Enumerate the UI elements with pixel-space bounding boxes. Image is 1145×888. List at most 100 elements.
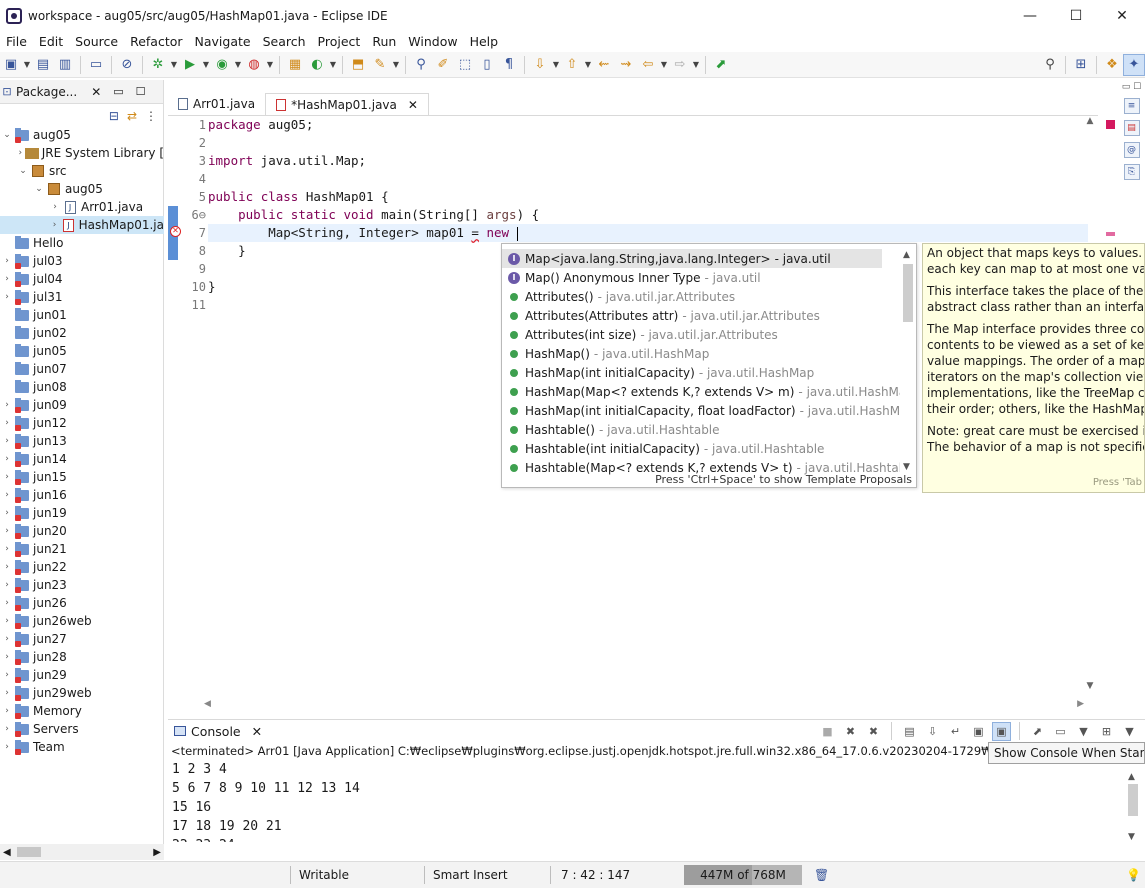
tree-item[interactable]: › jun13 — [0, 432, 164, 450]
menu-edit[interactable]: Edit — [33, 34, 69, 49]
status-cursor-position[interactable]: 7 : 42 : 147 — [561, 865, 630, 885]
search-icon[interactable]: ⚲ — [1039, 54, 1061, 76]
next-annotation-down-icon[interactable]: ⇩ — [529, 54, 551, 76]
chevron-down-icon[interactable]: ⌄ — [34, 184, 44, 194]
chevron-right-icon[interactable]: › — [2, 400, 12, 410]
scroll-up-icon[interactable]: ▲ — [903, 250, 910, 260]
tree-item[interactable]: › jun09 — [0, 396, 164, 414]
toggle-breadcrumb-icon[interactable]: ⬚ — [454, 54, 476, 76]
chevron-right-icon[interactable]: › — [50, 202, 60, 212]
tree-item[interactable]: › jun29 — [0, 666, 164, 684]
proposal-item[interactable]: Hashtable() - java.util.Hashtable — [502, 420, 900, 439]
chevron-down-icon[interactable]: ▼ — [328, 54, 338, 76]
close-icon[interactable]: ✕ — [91, 85, 101, 99]
scroll-left-icon[interactable]: ◀ — [3, 847, 11, 858]
chevron-down-icon[interactable]: ▼ — [201, 54, 211, 76]
chevron-right-icon[interactable]: › — [2, 274, 12, 284]
chevron-right-icon[interactable]: › — [2, 616, 12, 626]
new-icon[interactable]: ▣ — [0, 54, 22, 76]
menu-search[interactable]: Search — [257, 34, 312, 49]
scroll-up-icon[interactable]: ▲ — [1128, 772, 1135, 782]
tree-item[interactable]: jun08 — [0, 378, 164, 396]
external-tools-icon[interactable]: ◍ — [243, 54, 265, 76]
menu-window[interactable]: Window — [402, 34, 463, 49]
minimize-stack-icon[interactable]: ▭ ☐ — [1122, 82, 1141, 92]
chevron-down-icon[interactable]: ⌄ — [18, 166, 28, 176]
clear-console-icon[interactable]: ▤ — [900, 722, 919, 741]
terminal-icon[interactable]: ▭ — [85, 54, 107, 76]
chevron-right-icon[interactable]: › — [2, 634, 12, 644]
tree-item[interactable]: jun01 — [0, 306, 164, 324]
tree-item[interactable]: › JRE System Library [ — [0, 144, 164, 162]
tree-item[interactable]: › J HashMap01.ja — [0, 216, 164, 234]
open-perspective-icon[interactable]: ⊞ — [1070, 54, 1092, 76]
proposal-item[interactable]: I Map<java.lang.String,java.lang.Integer>… — [502, 249, 882, 268]
search-tool-icon[interactable]: ✎ — [369, 54, 391, 76]
chevron-right-icon[interactable]: › — [2, 724, 12, 734]
error-marker-icon[interactable]: ✕ — [170, 226, 181, 237]
proposal-item[interactable]: Attributes(Attributes attr) - java.util.… — [502, 306, 900, 325]
coverage-icon[interactable]: ◉ — [211, 54, 233, 76]
scroll-left-icon[interactable]: ◀ — [204, 699, 211, 709]
tree-item[interactable]: › Team — [0, 738, 164, 756]
tree-item[interactable]: jun07 — [0, 360, 164, 378]
tree-item[interactable]: jun02 — [0, 324, 164, 342]
tree-item[interactable]: ⌄ aug05 — [0, 126, 164, 144]
editor-horizontal-scrollbar[interactable]: ◀ ▶ — [204, 696, 1084, 712]
chevron-down-icon[interactable]: ▼ — [583, 54, 593, 76]
previous-annotation-icon[interactable]: ⇧ — [561, 54, 583, 76]
chevron-right-icon[interactable]: › — [2, 454, 12, 464]
chevron-right-icon[interactable]: › — [2, 562, 12, 572]
tree-item[interactable]: › jun26 — [0, 594, 164, 612]
scroll-down-icon[interactable]: ▼ — [1128, 832, 1135, 842]
tree-item[interactable]: ⌄ src — [0, 162, 164, 180]
pin-editor-icon[interactable]: ⬈ — [710, 54, 732, 76]
open-type-icon[interactable]: ⬒ — [347, 54, 369, 76]
open-console-icon[interactable]: ⊞ — [1097, 722, 1116, 741]
chevron-right-icon[interactable]: › — [2, 292, 12, 302]
chevron-down-icon[interactable]: ⌄ — [2, 130, 12, 140]
block-selection-icon[interactable]: ▯ — [476, 54, 498, 76]
close-window-button[interactable]: ✕ — [1099, 0, 1145, 31]
tree-item[interactable]: › jun22 — [0, 558, 164, 576]
collapse-all-icon[interactable]: ⊟ — [109, 109, 119, 123]
last-edit-location-icon[interactable]: ⇜ — [593, 54, 615, 76]
status-insert-mode[interactable]: Smart Insert — [433, 865, 508, 885]
editor-tab-hashmap01[interactable]: *HashMap01.java ✕ — [265, 93, 429, 115]
chevron-down-icon[interactable]: ▼ — [169, 54, 179, 76]
tree-item[interactable]: Hello — [0, 234, 164, 252]
proposal-item[interactable]: HashMap(int initialCapacity, float loadF… — [502, 401, 900, 420]
package-explorer-tab[interactable]: Package... — [16, 85, 77, 99]
tree-item[interactable]: › jun21 — [0, 540, 164, 558]
console-scrollbar[interactable]: ▲ ▼ — [1127, 772, 1139, 842]
tree-item[interactable]: › jun29web — [0, 684, 164, 702]
tree-item[interactable]: › Memory — [0, 702, 164, 720]
back-arrow-icon[interactable]: ⇦ — [637, 54, 659, 76]
scroll-lock-icon[interactable]: ⇩ — [923, 722, 942, 741]
explorer-horizontal-scrollbar[interactable]: ◀ ▶ — [0, 844, 164, 860]
chevron-down-icon[interactable]: ▼ — [265, 54, 275, 76]
proposal-item[interactable]: Attributes(int size) - java.util.jar.Att… — [502, 325, 900, 344]
outline-icon[interactable]: ≡ — [1123, 98, 1140, 114]
chevron-right-icon[interactable]: › — [2, 742, 12, 752]
declaration-icon[interactable]: ⎘ — [1123, 164, 1140, 180]
chevron-right-icon[interactable]: › — [18, 148, 23, 158]
overview-error-line-marker[interactable] — [1106, 232, 1115, 236]
tree-item[interactable]: › jun26web — [0, 612, 164, 630]
chevron-right-icon[interactable]: › — [2, 256, 12, 266]
menu-refactor[interactable]: Refactor — [124, 34, 188, 49]
link-with-editor-icon[interactable]: ⇄ — [127, 109, 137, 123]
tree-item[interactable]: › jun23 — [0, 576, 164, 594]
new-java-package-icon[interactable]: ▦ — [284, 54, 306, 76]
tree-item[interactable]: › jun19 — [0, 504, 164, 522]
next-annotation-icon[interactable]: ⚲ — [410, 54, 432, 76]
lightbulb-icon[interactable]: 💡 — [1126, 865, 1141, 885]
run-icon[interactable]: ▶ — [179, 54, 201, 76]
save-icon[interactable]: ▤ — [32, 54, 54, 76]
garbage-collect-icon[interactable]: 🗑 — [814, 865, 829, 885]
debug-icon[interactable]: ✲ — [147, 54, 169, 76]
chevron-right-icon[interactable]: › — [2, 652, 12, 662]
scroll-right-icon[interactable]: ▶ — [1077, 699, 1084, 709]
chevron-right-icon[interactable]: › — [2, 472, 12, 482]
menu-navigate[interactable]: Navigate — [189, 34, 257, 49]
